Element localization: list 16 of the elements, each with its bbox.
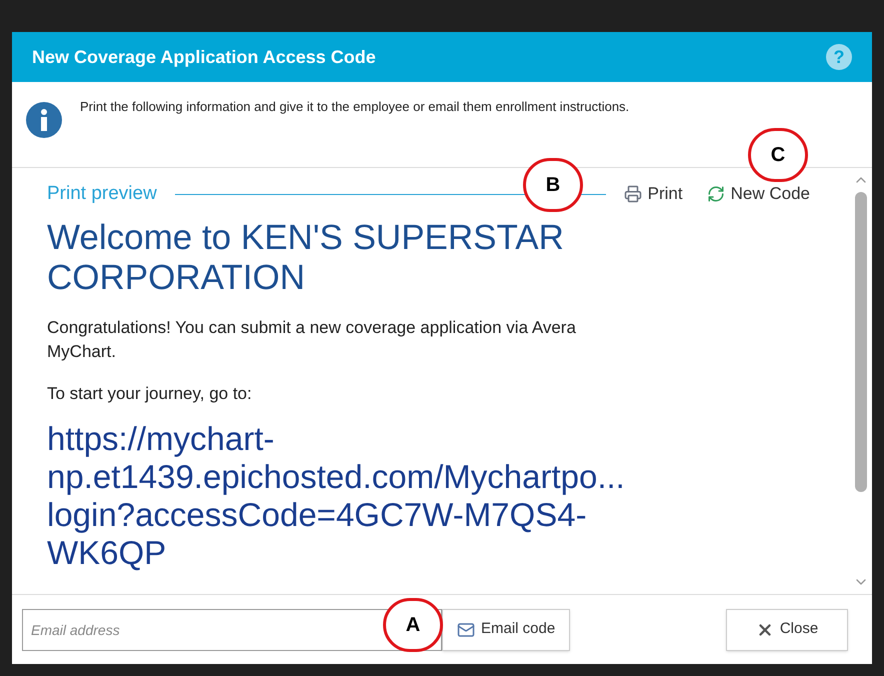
- body-text: To start your journey, go to:: [47, 383, 253, 405]
- refresh-icon: [706, 185, 725, 203]
- welcome-heading: Welcome to KEN'S SUPERSTAR CORPORATION: [47, 218, 565, 298]
- refresh-button[interactable]: New Code: [706, 181, 810, 207]
- close-button[interactable]: Close: [726, 608, 848, 650]
- access-link[interactable]: https://mychart- np.et1439.epichosted.com/Mychartpo... login?accessCode=4GC7W-M7QS4- WK6QP: [47, 420, 810, 572]
- print-button[interactable]: Print: [624, 181, 683, 207]
- info-icon: [26, 102, 62, 138]
- print-preview-label: Print preview: [47, 182, 157, 206]
- scroll-thumb[interactable]: [855, 192, 867, 492]
- mail-icon: [457, 620, 475, 638]
- body-text: Congratulations! You can submit a new coverage application via Avera MyChart.: [47, 317, 577, 363]
- dialog-title: New Coverage Application Access Code: [32, 46, 376, 69]
- info-message: Print the following information and give it to the employee or email them enrollment instructions.: [80, 98, 630, 116]
- printer-icon: [624, 185, 642, 203]
- email-code-button[interactable]: Email code: [442, 608, 570, 650]
